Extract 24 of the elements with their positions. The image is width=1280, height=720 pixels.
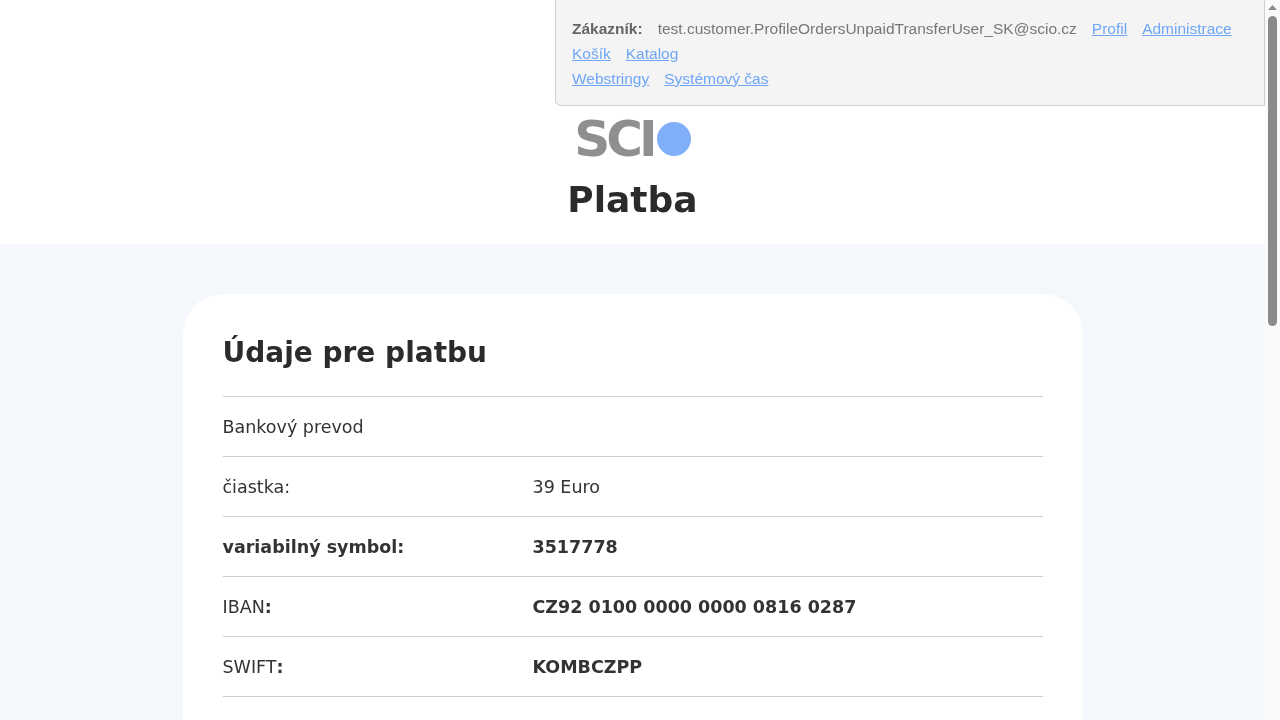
logo-text: SCI bbox=[574, 118, 654, 160]
field-label: IBAN: bbox=[222, 596, 273, 617]
admin-link[interactable]: Katalog bbox=[625, 44, 679, 63]
page-title: Platba bbox=[566, 178, 699, 222]
admin-link[interactable]: Webstringy bbox=[572, 69, 650, 88]
scrollbar[interactable] bbox=[1265, 0, 1280, 720]
customer-email: test.customer.ProfileOrdersUnpaidTransferUser_SK@scio.cz bbox=[657, 19, 1077, 38]
admin-link[interactable]: Systémový čas bbox=[664, 69, 769, 88]
field-value: CZ92 0100 0000 0000 0816 0287 bbox=[532, 596, 857, 617]
field-value: KOMBCZPP bbox=[532, 656, 643, 677]
scrollbar-thumb[interactable] bbox=[1268, 16, 1277, 326]
card-heading: Údaje pre platbu bbox=[222, 334, 488, 371]
customer-label: Zákazník: bbox=[572, 19, 643, 38]
scroll-up-arrow-icon[interactable] bbox=[1268, 5, 1277, 10]
field-label: Bankový prevod bbox=[222, 416, 365, 437]
field-label: variabilný symbol: bbox=[222, 536, 406, 557]
logo-circle-icon bbox=[656, 122, 691, 156]
admin-link[interactable]: Košík bbox=[572, 44, 611, 63]
admin-link[interactable]: Administrace bbox=[1142, 19, 1232, 38]
field-label: čiastka: bbox=[222, 476, 292, 497]
admin-link[interactable]: Profil bbox=[1091, 19, 1128, 38]
field-value: 39 Euro bbox=[532, 476, 600, 497]
field-label: SWIFT: bbox=[222, 656, 285, 677]
field-value: 3517778 bbox=[532, 536, 618, 557]
